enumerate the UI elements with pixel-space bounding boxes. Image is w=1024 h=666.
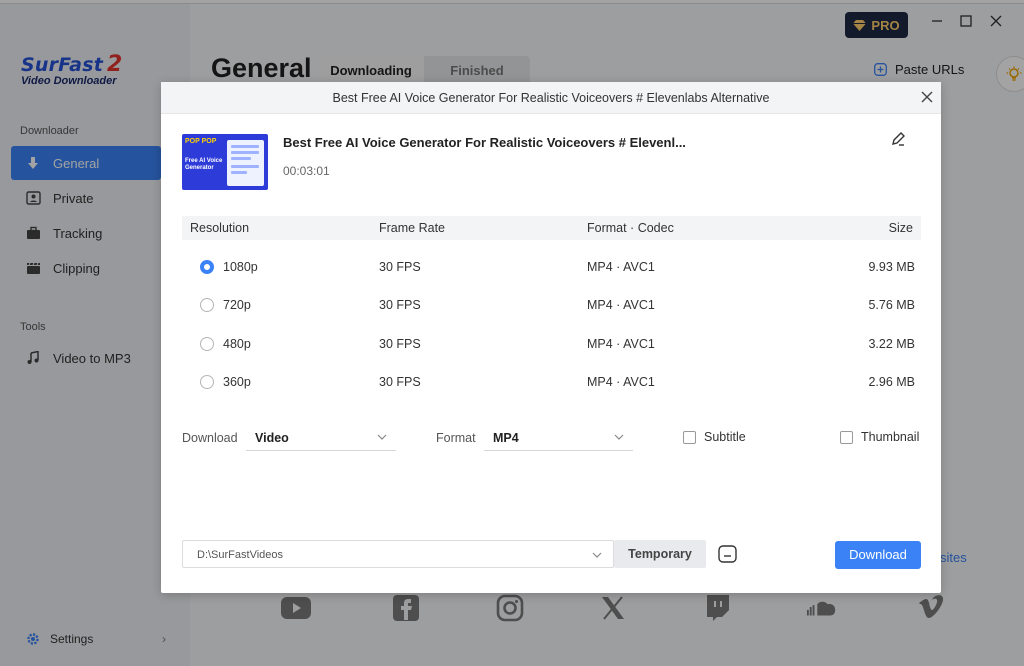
close-icon bbox=[921, 91, 933, 103]
pencil-icon bbox=[892, 132, 905, 146]
table-row[interactable]: 1080p 30 FPS MP4 · AVC1 9.93 MB bbox=[182, 248, 921, 286]
header-frame-rate: Frame Rate bbox=[379, 221, 445, 235]
radio-1080p[interactable] bbox=[200, 260, 214, 274]
download-type-label: Download bbox=[182, 431, 238, 445]
cell-size: 9.93 MB bbox=[868, 260, 915, 274]
chevron-down-icon bbox=[591, 549, 603, 561]
thumbnail-label: Thumbnail bbox=[861, 430, 920, 444]
cell-format: MP4 · AVC1 bbox=[587, 337, 655, 351]
temporary-button[interactable]: Temporary bbox=[614, 540, 706, 568]
thumbnail-checkbox[interactable]: Thumbnail bbox=[840, 430, 919, 444]
edit-title-button[interactable] bbox=[890, 131, 908, 149]
cell-format: MP4 · AVC1 bbox=[587, 298, 655, 312]
header-size: Size bbox=[888, 221, 913, 235]
open-folder-icon[interactable] bbox=[718, 545, 737, 563]
cell-size: 2.96 MB bbox=[868, 375, 915, 389]
download-options-dialog: Best Free AI Voice Generator For Realist… bbox=[161, 82, 941, 593]
download-type-value: Video bbox=[255, 431, 289, 445]
video-title: Best Free AI Voice Generator For Realist… bbox=[283, 135, 686, 150]
cell-resolution: 1080p bbox=[223, 260, 258, 274]
cell-size: 5.76 MB bbox=[868, 298, 915, 312]
subtitle-label: Subtitle bbox=[704, 430, 746, 444]
download-button[interactable]: Download bbox=[835, 541, 921, 569]
radio-480p[interactable] bbox=[200, 337, 214, 351]
cell-format: MP4 · AVC1 bbox=[587, 375, 655, 389]
cell-resolution: 360p bbox=[223, 375, 251, 389]
app-window: SurFast 2 Video Downloader Downloader Gen… bbox=[0, 0, 1024, 666]
cell-resolution: 480p bbox=[223, 337, 251, 351]
subtitle-checkbox[interactable]: Subtitle bbox=[683, 430, 746, 444]
thumbnail-brand-text: POP POP bbox=[185, 138, 217, 145]
save-path-select[interactable]: D:\SurFastVideos bbox=[182, 540, 614, 568]
format-value: MP4 bbox=[493, 431, 519, 445]
thumbnail-caption: Free AI Voice Generator bbox=[185, 158, 223, 171]
dialog-close-button[interactable] bbox=[918, 88, 936, 106]
cell-resolution: 720p bbox=[223, 298, 251, 312]
header-resolution: Resolution bbox=[190, 221, 250, 235]
chevron-down-icon bbox=[376, 431, 388, 443]
format-label: Format bbox=[436, 431, 476, 445]
dialog-title: Best Free AI Voice Generator For Realist… bbox=[332, 91, 770, 105]
cell-frame-rate: 30 FPS bbox=[379, 260, 421, 274]
chevron-down-icon bbox=[613, 431, 625, 443]
radio-720p[interactable] bbox=[200, 298, 214, 312]
cell-frame-rate: 30 FPS bbox=[379, 298, 421, 312]
table-row[interactable]: 360p 30 FPS MP4 · AVC1 2.96 MB bbox=[182, 363, 921, 401]
download-type-select[interactable]: Video bbox=[246, 427, 396, 451]
video-thumbnail: POP POP Free AI Voice Generator bbox=[182, 134, 268, 190]
format-select[interactable]: MP4 bbox=[484, 427, 633, 451]
checkbox-box bbox=[683, 430, 696, 444]
save-path-value: D:\SurFastVideos bbox=[197, 549, 284, 561]
cell-format: MP4 · AVC1 bbox=[587, 260, 655, 274]
table-row[interactable]: 720p 30 FPS MP4 · AVC1 5.76 MB bbox=[182, 286, 921, 324]
table-row[interactable]: 480p 30 FPS MP4 · AVC1 3.22 MB bbox=[182, 325, 921, 363]
video-duration: 00:03:01 bbox=[283, 164, 330, 178]
header-format-codec: Format · Codec bbox=[587, 221, 674, 235]
cell-size: 3.22 MB bbox=[868, 337, 915, 351]
thumbnail-panel-graphic bbox=[227, 140, 264, 186]
radio-360p[interactable] bbox=[200, 375, 214, 389]
cell-frame-rate: 30 FPS bbox=[379, 375, 421, 389]
checkbox-box bbox=[840, 430, 853, 444]
cell-frame-rate: 30 FPS bbox=[379, 337, 421, 351]
quality-table-header: Resolution Frame Rate Format · Codec Siz… bbox=[182, 216, 921, 240]
